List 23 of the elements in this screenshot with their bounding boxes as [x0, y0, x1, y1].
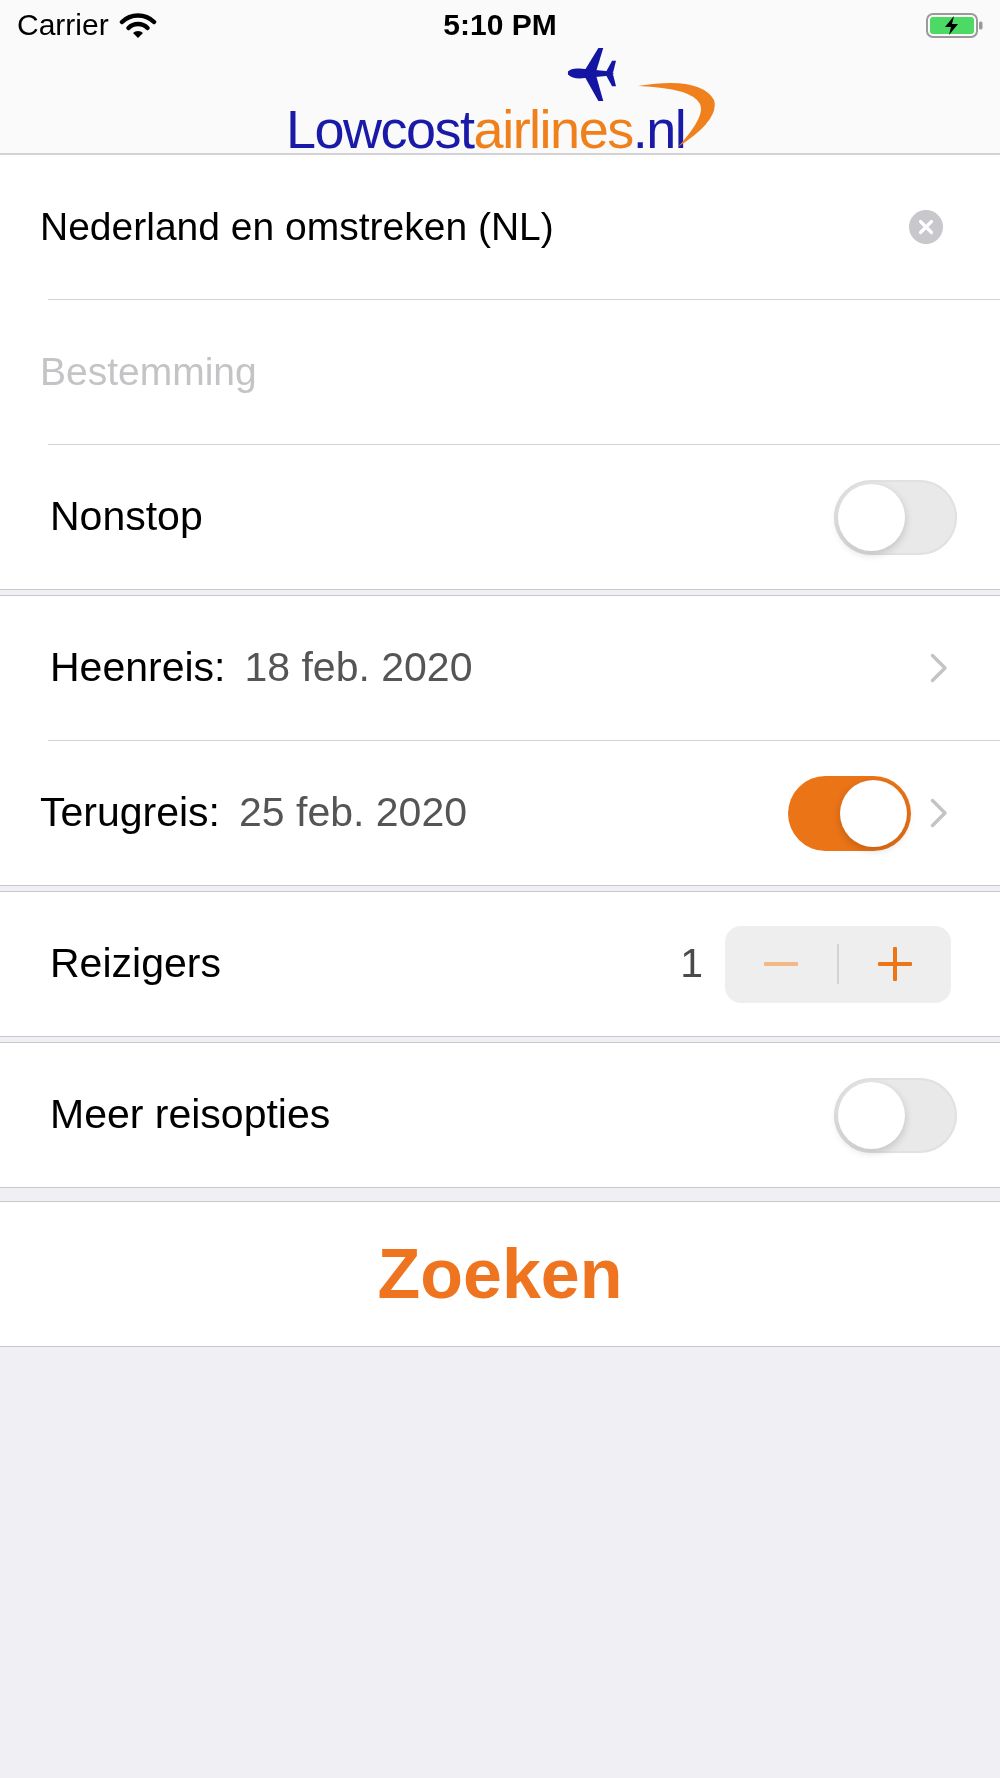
date-label: Heenreis: — [50, 643, 226, 693]
battery-charging-icon — [926, 12, 983, 38]
chevron-right-icon — [930, 653, 948, 683]
date-value[interactable]: 18 feb. 2020 — [244, 642, 473, 694]
carrier-label: Carrier — [17, 10, 109, 40]
swoosh-icon — [638, 80, 716, 147]
stepper-value: 1 — [680, 939, 703, 989]
row-label: Nonstop — [50, 492, 203, 542]
text-field[interactable]: Bestemming — [40, 344, 943, 400]
date-value[interactable]: 25 feb. 2020 — [239, 787, 467, 839]
logo-text: Lowcostairlines.nl — [286, 106, 686, 152]
plus-icon — [878, 947, 912, 981]
wifi-icon — [118, 11, 157, 39]
clock-time: 5:10 PM — [443, 10, 557, 40]
date-label: Terugreis: — [40, 788, 220, 838]
chevron-right-icon — [930, 798, 948, 828]
minus-icon — [764, 962, 798, 966]
row-label: Reizigers — [50, 939, 221, 989]
clear-button[interactable] — [909, 210, 943, 244]
text-field[interactable]: Nederland en omstreken (NL) — [40, 199, 893, 255]
row-label: Meer reisopties — [50, 1090, 331, 1140]
plane-icon — [566, 48, 617, 101]
clear-icon — [909, 210, 943, 244]
